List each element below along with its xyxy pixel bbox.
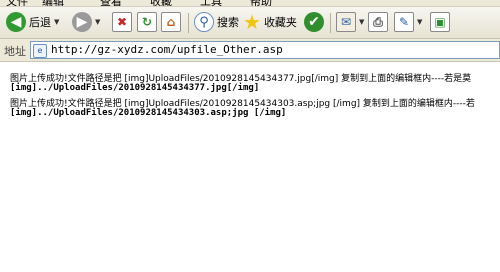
forward-button[interactable]: ▶ ▼ <box>72 11 100 33</box>
page-icon: e <box>33 44 47 58</box>
forward-icon: ▶ <box>72 12 92 32</box>
home-icon: ⌂ <box>161 12 181 32</box>
chevron-down-icon[interactable]: ▼ <box>359 18 364 26</box>
favorites-star-icon: ★ <box>243 10 261 34</box>
discuss-icon: ▣ <box>430 12 450 32</box>
edit-button[interactable]: ✎ ▼ <box>394 11 422 33</box>
refresh-button[interactable]: ↻ <box>137 11 157 33</box>
favorites-label: 收藏夹 <box>263 16 297 29</box>
menu-item-help[interactable]: 帮助 <box>250 0 272 6</box>
search-icon: ⚲ <box>194 12 214 32</box>
print-button[interactable]: ⎙ <box>368 11 388 33</box>
search-button[interactable]: ⚲ 搜索 <box>194 11 239 33</box>
discuss-button[interactable]: ▣ <box>430 11 450 33</box>
separator <box>330 13 331 33</box>
address-label: 地址 <box>4 45 26 58</box>
mail-icon: ✉ <box>336 12 356 32</box>
favorites-button[interactable]: ★ 收藏夹 <box>243 11 297 33</box>
search-label: 搜索 <box>217 16 239 29</box>
back-icon: ◀ <box>6 12 26 32</box>
mail-button[interactable]: ✉ ▼ <box>336 11 364 33</box>
menu-item-edit[interactable]: 编辑 <box>42 0 64 6</box>
back-label: 后退 <box>29 16 51 29</box>
toolbar: ◀ 后退 ▼ ▶ ▼ ✖ ↻ ⌂ ⚲ 搜索 ★ 收藏夹 ✔ ✉ ▼ ⎙ ✎ ▼ … <box>0 7 500 39</box>
menu-item-favorites[interactable]: 收藏 <box>150 0 172 6</box>
address-bar: 地址 e http://gz-xydz.com/upfile_Other.asp <box>0 39 500 62</box>
address-url[interactable]: http://gz-xydz.com/upfile_Other.asp <box>51 43 283 56</box>
menu-item-file[interactable]: 文件 <box>6 0 28 6</box>
back-button[interactable]: ◀ 后退 ▼ <box>6 11 59 33</box>
address-field[interactable]: e http://gz-xydz.com/upfile_Other.asp <box>30 41 500 59</box>
image-code-1: [img]../UploadFiles/2010928145434377.jpg… <box>10 83 260 93</box>
separator <box>188 13 189 33</box>
image-code-2: [img]../UploadFiles/2010928145434303.asp… <box>10 108 287 118</box>
edit-icon: ✎ <box>394 12 414 32</box>
refresh-icon: ↻ <box>137 12 157 32</box>
stop-icon: ✖ <box>112 12 132 32</box>
chevron-down-icon[interactable]: ▼ <box>417 18 422 26</box>
history-button[interactable]: ✔ <box>304 11 324 33</box>
stop-button[interactable]: ✖ <box>112 11 132 33</box>
menu-bar: 文件 编辑 查看 收藏 工具 帮助 <box>0 0 500 7</box>
menu-item-view[interactable]: 查看 <box>100 0 122 6</box>
menu-item-tools[interactable]: 工具 <box>200 0 222 6</box>
chevron-down-icon[interactable]: ▼ <box>54 18 59 26</box>
history-icon: ✔ <box>304 12 324 32</box>
page-content: 图片上传成功!文件路径是把 [img]UploadFiles/201092814… <box>0 62 500 272</box>
chevron-down-icon[interactable]: ▼ <box>95 18 100 26</box>
home-button[interactable]: ⌂ <box>161 11 181 33</box>
print-icon: ⎙ <box>368 12 388 32</box>
